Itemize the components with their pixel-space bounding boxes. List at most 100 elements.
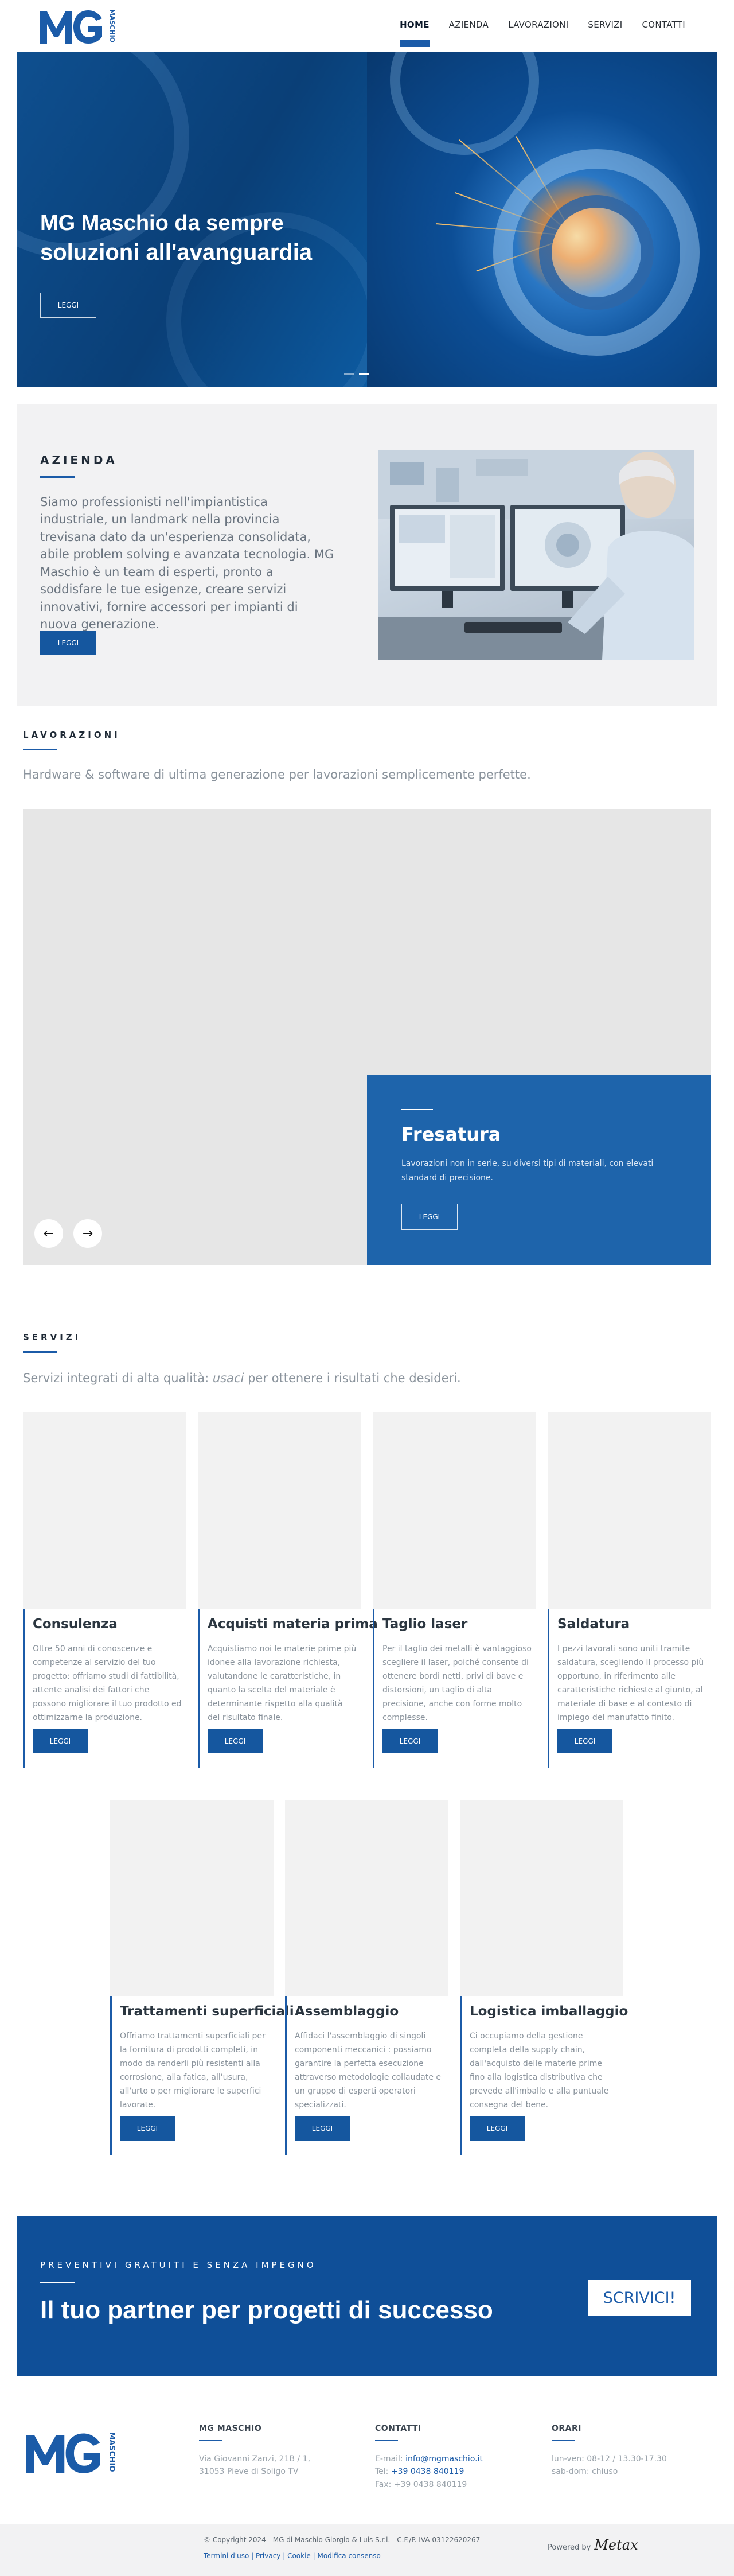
service-text: Oltre 50 anni di conoscenze e competenze… <box>33 1644 182 1723</box>
azienda-description: Siamo professionisti nell'impiantistica … <box>40 495 334 632</box>
service-read-button[interactable]: LEGGI <box>120 2116 175 2141</box>
service-body: Consulenza Oltre 50 anni di conoscenze e… <box>23 1609 186 1768</box>
footer-divider <box>552 2440 575 2441</box>
azienda-read-button[interactable]: LEGGI <box>40 631 96 655</box>
legal-links[interactable]: Termini d'uso | Privacy | Cookie | Modif… <box>204 2552 381 2560</box>
hero-read-button[interactable]: LEGGI <box>40 293 96 318</box>
slider-dot-active[interactable] <box>359 373 369 375</box>
service-card: Taglio laser Per il taglio dei metalli è… <box>373 1412 536 1768</box>
tel-link[interactable]: +39 0438 840119 <box>391 2467 464 2476</box>
photo-illustration <box>378 450 694 660</box>
service-text: Affidaci l'assemblaggio di singoli compo… <box>295 2032 442 2110</box>
logo-graphic: MASCHIO <box>40 9 116 44</box>
email-link[interactable]: info@mgmaschio.it <box>405 2454 483 2464</box>
service-card: Acquisti materia prima Acquistiamo noi l… <box>198 1412 378 1768</box>
service-read-button[interactable]: LEGGI <box>208 1729 263 1753</box>
footer-address-line1: Via Giovanni Zanzi, 21B / 1, <box>199 2454 311 2464</box>
nav-item-contatti[interactable]: CONTATTI <box>633 16 695 33</box>
service-image-placeholder <box>198 1412 361 1609</box>
service-image-placeholder <box>110 1800 274 1996</box>
servizi-label: SERVIZI <box>23 1332 81 1343</box>
powered-by[interactable]: Powered by Metax <box>548 2537 638 2553</box>
footer-hours-head: ORARI <box>552 2424 582 2433</box>
hero-slider: MG Maschio da sempre soluzioni all'avang… <box>17 52 717 387</box>
copyright-text: © Copyright 2024 - MG di Maschio Giorgio… <box>204 2536 481 2544</box>
service-body: Assemblaggio Affidaci l'assemblaggio di … <box>285 1996 448 2155</box>
service-image-placeholder <box>548 1412 711 1609</box>
write-us-button[interactable]: SCRIVICI! <box>588 2280 691 2316</box>
service-read-button[interactable]: LEGGI <box>557 1729 612 1753</box>
footer-fax-line: Fax: +39 0438 840119 <box>375 2480 467 2489</box>
cta-divider <box>40 2282 75 2283</box>
footer-logo-graphic: MASCHIO <box>26 2432 116 2473</box>
service-read-button[interactable]: LEGGI <box>295 2116 350 2141</box>
service-body: Saldatura I pezzi lavorati sono uniti tr… <box>548 1609 711 1768</box>
arrow-left-icon[interactable]: ← <box>34 1219 63 1248</box>
service-card: Consulenza Oltre 50 anni di conoscenze e… <box>23 1412 186 1768</box>
service-body: Trattamenti superficiali Offriamo tratta… <box>110 1996 294 2155</box>
metax-signature-logo: Metax <box>594 2537 638 2553</box>
service-title: Acquisti materia prima <box>208 1617 378 1632</box>
cta-banner: PREVENTIVI GRATUITI E SENZA IMPEGNO Il t… <box>17 2216 717 2376</box>
service-title: Saldatura <box>557 1617 630 1632</box>
servizi-subtitle-end: per ottenere i risultati che desideri. <box>244 1371 461 1385</box>
service-image-placeholder <box>23 1412 186 1609</box>
service-read-button[interactable]: LEGGI <box>33 1729 88 1753</box>
service-read-button[interactable]: LEGGI <box>382 1729 438 1753</box>
nav-item-servizi[interactable]: SERVIZI <box>578 16 632 33</box>
tel-label: Tel: <box>375 2467 391 2477</box>
service-text: Acquistiamo noi le materie prime più ido… <box>208 1644 357 1723</box>
hero-title-line2: soluzioni all'avanguardia <box>40 240 313 266</box>
nav-item-azienda[interactable]: AZIENDA <box>439 16 498 33</box>
footer-divider <box>199 2440 222 2441</box>
nav-item-lavorazioni[interactable]: LAVORAZIONI <box>498 16 578 33</box>
servizi-subtitle-emphasis: usaci <box>212 1371 244 1385</box>
lavorazione-title: Fresatura <box>401 1123 501 1145</box>
service-title: Assemblaggio <box>295 2004 399 2019</box>
footer-divider <box>375 2440 398 2441</box>
service-card: Assemblaggio Affidaci l'assemblaggio di … <box>285 1800 448 2155</box>
servizi-subtitle: Servizi integrati di alta qualità: usaci… <box>23 1371 461 1385</box>
site-header: MASCHIO HOME AZIENDA LAVORAZIONI SERVIZI… <box>0 0 734 52</box>
service-text: Per il taglio dei metalli è vantaggioso … <box>382 1644 532 1723</box>
lavorazione-read-button[interactable]: LEGGI <box>401 1204 458 1230</box>
lavorazioni-carousel: Fresatura Lavorazioni non in serie, su d… <box>23 809 711 1265</box>
decorative-ring <box>539 195 654 310</box>
section-divider <box>23 749 57 750</box>
footer-hours-weekend: sab-dom: chiuso <box>552 2467 618 2477</box>
arrow-right-icon[interactable]: → <box>73 1219 102 1248</box>
footer-address-line2: 31053 Pieve di Soligo TV <box>199 2467 299 2477</box>
service-text: Offriamo trattamenti superficiali per la… <box>120 2032 266 2110</box>
footer-contacts: CONTATTI E-mail: info@mgmaschio.it Tel: … <box>375 2424 483 2491</box>
service-card: Logistica imballaggio Ci occupiamo della… <box>460 1800 628 2155</box>
slider-dot[interactable] <box>344 373 354 375</box>
lavorazioni-subtitle: Hardware & software di ultima generazion… <box>23 768 531 781</box>
footer-tel-line: Tel: +39 0438 840119 <box>375 2465 483 2478</box>
footer-logo[interactable]: MASCHIO <box>23 2428 118 2477</box>
hero-title-line1: MG Maschio da sempre <box>40 211 284 235</box>
service-body: Taglio laser Per il taglio dei metalli è… <box>373 1609 536 1768</box>
lavorazione-card: Fresatura Lavorazioni non in serie, su d… <box>367 1075 711 1265</box>
cta-title: Il tuo partner per progetti di successo <box>40 2296 493 2324</box>
hero-milling-image <box>367 52 717 387</box>
nav-item-home[interactable]: HOME <box>390 16 439 47</box>
service-read-button[interactable]: LEGGI <box>470 2116 525 2141</box>
service-text: Ci occupiamo della gestione completa del… <box>470 2032 609 2110</box>
cta-label: PREVENTIVI GRATUITI E SENZA IMPEGNO <box>40 2260 317 2270</box>
service-title: Taglio laser <box>382 1617 468 1632</box>
powered-by-label: Powered by <box>548 2543 591 2552</box>
mg-maschio-logo[interactable]: MASCHIO <box>39 6 116 47</box>
service-image-placeholder <box>373 1412 536 1609</box>
service-text: I pezzi lavorati sono uniti tramite sald… <box>557 1644 704 1723</box>
lavorazioni-label: LAVORAZIONI <box>23 730 120 740</box>
footer-company: MG MASCHIO Via Giovanni Zanzi, 21B / 1, … <box>199 2424 310 2478</box>
hero-title: MG Maschio da sempre soluzioni all'avang… <box>40 209 312 268</box>
footer-company-head: MG MASCHIO <box>199 2424 262 2433</box>
bottom-bar: © Copyright 2024 - MG di Maschio Giorgio… <box>0 2524 734 2576</box>
email-label: E-mail: <box>375 2454 406 2464</box>
azienda-label: AZIENDA <box>40 453 118 467</box>
service-card: Saldatura I pezzi lavorati sono uniti tr… <box>548 1412 711 1768</box>
service-body: Acquisti materia prima Acquistiamo noi l… <box>198 1609 378 1768</box>
main-nav: HOME AZIENDA LAVORAZIONI SERVIZI CONTATT… <box>390 16 695 47</box>
azienda-section: AZIENDA Siamo professionisti nell'impian… <box>17 404 717 706</box>
